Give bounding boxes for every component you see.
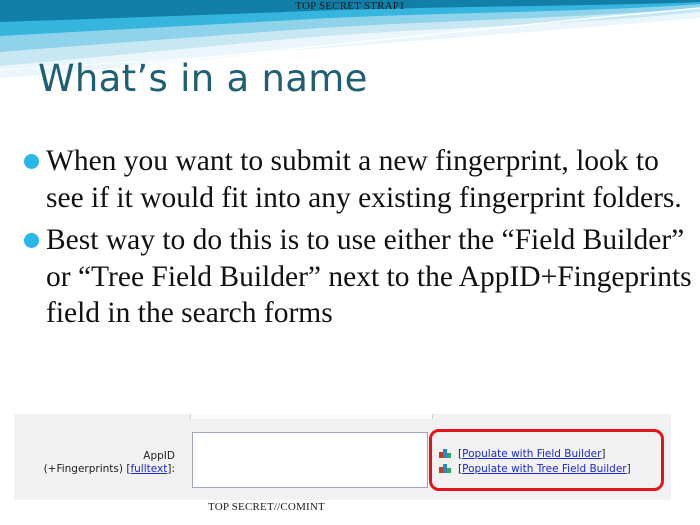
builder-links-highlight <box>429 429 664 491</box>
appid-label-line2: (+Fingerprints) [fulltext]: <box>43 463 175 475</box>
tree-field-builder-row: [Populate with Tree Field Builder] <box>438 462 631 475</box>
bullet-item: When you want to submit a new fingerprin… <box>22 143 692 216</box>
appid-fingerprints-input[interactable] <box>192 432 428 488</box>
bullet-text: Best way to do this is to use either the… <box>46 224 692 329</box>
field-builder-icon <box>439 449 451 458</box>
populate-tree-field-builder-link[interactable]: Populate with Tree Field Builder <box>462 463 627 475</box>
classification-banner-bottom: TOP SECRET//COMINT <box>208 501 325 513</box>
appid-label-line1: AppID <box>143 450 175 462</box>
slide-title: What’s in a name <box>38 57 368 100</box>
fulltext-link[interactable]: fulltext <box>130 463 167 475</box>
bullet-list: When you want to submit a new fingerprin… <box>22 143 692 338</box>
appid-field-label: AppID (+Fingerprints) [fulltext]: <box>44 450 175 476</box>
field-builder-row: [Populate with Field Builder] <box>438 447 606 460</box>
bullet-item: Best way to do this is to use either the… <box>22 222 692 332</box>
previous-input-edge <box>190 414 433 419</box>
bullet-dot-icon <box>24 154 39 169</box>
classification-banner-top: TOP SECRET STRAP1 <box>295 0 405 12</box>
bullet-dot-icon <box>24 233 39 248</box>
bullet-text: When you want to submit a new fingerprin… <box>46 145 682 214</box>
tree-field-builder-icon <box>439 464 451 473</box>
populate-field-builder-link[interactable]: Populate with Field Builder <box>462 448 601 460</box>
